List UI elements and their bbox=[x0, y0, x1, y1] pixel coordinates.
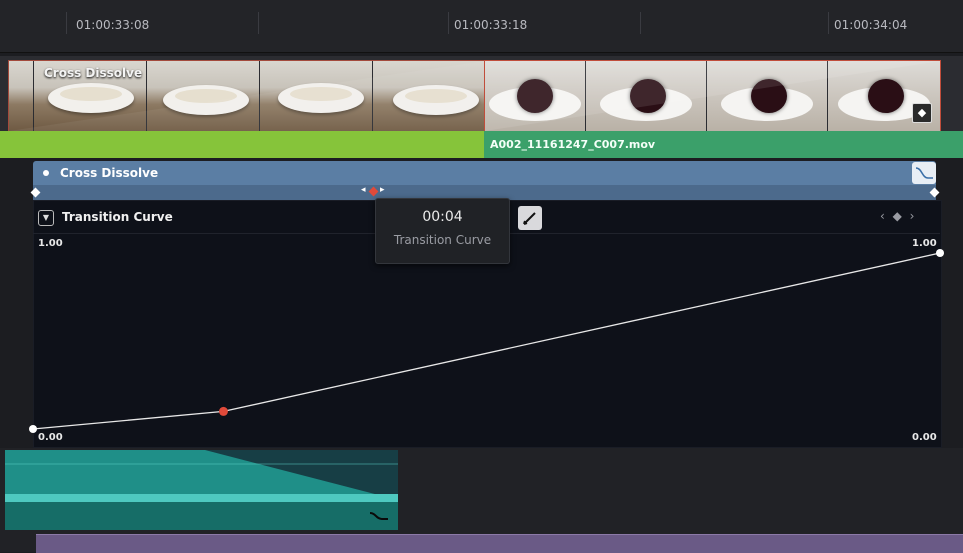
curve-point-selected[interactable] bbox=[218, 406, 228, 416]
curve-line[interactable] bbox=[32, 252, 941, 430]
purple-clip[interactable] bbox=[36, 534, 963, 553]
tooltip-time: 00:04 bbox=[422, 209, 463, 225]
transition-curve-icon[interactable] bbox=[368, 508, 390, 527]
curve-point[interactable] bbox=[936, 249, 944, 257]
audio-waveform bbox=[5, 494, 398, 502]
audio-clip-lower bbox=[5, 502, 398, 530]
tooltip: 00:04 Transition Curve bbox=[375, 198, 510, 264]
tooltip-label: Transition Curve bbox=[393, 233, 492, 247]
curve-point[interactable] bbox=[29, 425, 37, 433]
